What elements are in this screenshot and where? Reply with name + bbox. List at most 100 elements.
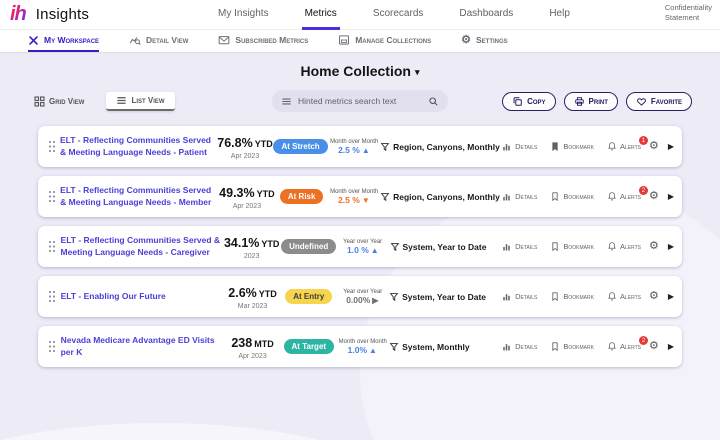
chart-magnifier-icon bbox=[129, 37, 141, 45]
bookmark-button[interactable]: Bookmark bbox=[550, 241, 594, 252]
search-input[interactable] bbox=[298, 96, 422, 106]
bell-icon bbox=[608, 292, 616, 301]
nav-help[interactable]: Help bbox=[546, 0, 573, 30]
copy-button[interactable]: Copy bbox=[502, 91, 556, 111]
tools-icon bbox=[29, 35, 38, 45]
trend-icon: ▶ bbox=[372, 296, 379, 305]
favorite-button[interactable]: Favorite bbox=[625, 91, 692, 111]
status-badge: At Entry bbox=[285, 289, 333, 304]
bell-icon bbox=[608, 192, 616, 201]
tab-detail-view[interactable]: Detail View bbox=[129, 30, 188, 52]
change-value: 0.00% bbox=[346, 295, 371, 305]
nav-scorecards[interactable]: Scorecards bbox=[370, 0, 427, 30]
filter-icon bbox=[390, 242, 399, 251]
details-button[interactable]: Details bbox=[502, 292, 537, 302]
metric-title-link[interactable]: ELT - Reflecting Communities Served & Me… bbox=[60, 135, 217, 157]
filter-summary: Region, Canyons, Monthly bbox=[380, 142, 500, 152]
metric-date: 2023 bbox=[243, 252, 260, 260]
trend-icon: ▲ bbox=[369, 346, 377, 355]
print-button[interactable]: Print bbox=[563, 91, 618, 111]
alerts-button[interactable]: Alerts 2 bbox=[607, 186, 648, 202]
metric-title-link[interactable]: ELT - Reflecting Communities Served & Me… bbox=[61, 235, 223, 257]
details-button[interactable]: Details bbox=[502, 192, 537, 202]
metric-row: ELT - Reflecting Communities Served & Me… bbox=[38, 126, 682, 167]
row-expand-arrow-icon[interactable]: ▶ bbox=[668, 192, 674, 201]
row-settings-gear-icon[interactable]: ⚙ bbox=[649, 191, 659, 202]
envelope-icon bbox=[219, 36, 230, 45]
bookmark-button[interactable]: Bookmark bbox=[550, 291, 594, 302]
metric-value: 76.8% bbox=[217, 135, 253, 150]
metric-date: Apr 2023 bbox=[230, 152, 260, 160]
nav-dashboards[interactable]: Dashboards bbox=[456, 0, 516, 30]
collection-title-dropdown[interactable]: Home Collection ▾ bbox=[0, 53, 720, 79]
filter-icon bbox=[389, 292, 399, 301]
metric-value: 2.6% bbox=[228, 285, 257, 300]
grid-view-button[interactable]: Grid View bbox=[28, 93, 90, 110]
page-body: Home Collection ▾ Grid View List View Hi… bbox=[0, 53, 720, 440]
tab-subscribed-metrics[interactable]: Subscribed Metrics bbox=[218, 30, 308, 52]
row-settings-gear-icon[interactable]: ⚙ bbox=[649, 291, 659, 302]
metric-title-link[interactable]: Nevada Medicare Advantage ED Visits per … bbox=[61, 335, 223, 357]
app-header: ih Insights My Insights Metrics Scorecar… bbox=[0, 0, 720, 30]
change-value: 1.0% bbox=[347, 345, 368, 355]
row-settings-gear-icon[interactable]: ⚙ bbox=[649, 241, 659, 252]
main-nav: My Insights Metrics Scorecards Dashboard… bbox=[215, 0, 573, 30]
metrics-list: ELT - Reflecting Communities Served & Me… bbox=[38, 126, 682, 367]
list-view-button[interactable]: List View bbox=[106, 91, 175, 111]
metric-period: MTD bbox=[254, 338, 274, 349]
collection-actions: Copy Print Favorite bbox=[502, 91, 692, 111]
workspace-toolbar: My Workspace Detail View Subscribed Metr… bbox=[0, 30, 720, 53]
search-icon[interactable] bbox=[428, 96, 439, 107]
bar-chart-icon bbox=[503, 243, 510, 250]
metric-row: Nevada Medicare Advantage ED Visits per … bbox=[38, 326, 682, 367]
print-icon bbox=[574, 96, 584, 106]
metric-title-link[interactable]: ELT - Enabling Our Future bbox=[61, 291, 223, 302]
row-settings-gear-icon[interactable]: ⚙ bbox=[649, 141, 659, 152]
alerts-button[interactable]: Alerts 1 bbox=[607, 136, 648, 152]
row-expand-arrow-icon[interactable]: ▶ bbox=[668, 342, 674, 351]
tab-settings[interactable]: ⚙ Settings bbox=[461, 30, 508, 52]
tab-manage-collections[interactable]: Manage Collections bbox=[338, 30, 431, 52]
filter-summary: System, Monthly bbox=[389, 342, 496, 352]
details-button[interactable]: Details bbox=[502, 342, 537, 352]
alerts-button[interactable]: Alerts 2 bbox=[607, 336, 648, 352]
tab-my-workspace[interactable]: My Workspace bbox=[28, 30, 100, 52]
drag-handle-icon[interactable] bbox=[44, 290, 61, 303]
metric-title-link[interactable]: ELT - Reflecting Communities Served & Me… bbox=[60, 185, 218, 207]
filter-icon bbox=[380, 192, 390, 201]
view-toggle: Grid View List View bbox=[28, 91, 175, 111]
row-expand-arrow-icon[interactable]: ▶ bbox=[668, 292, 674, 301]
details-button[interactable]: Details bbox=[502, 242, 537, 252]
alerts-button[interactable]: Alerts bbox=[607, 241, 641, 252]
bookmark-button[interactable]: Bookmark bbox=[550, 141, 594, 152]
row-expand-arrow-icon[interactable]: ▶ bbox=[668, 242, 674, 251]
drag-handle-icon[interactable] bbox=[44, 340, 61, 353]
status-badge: At Risk bbox=[279, 189, 324, 204]
nav-metrics[interactable]: Metrics bbox=[301, 0, 340, 30]
filter-summary: System, Year to Date bbox=[389, 292, 496, 302]
drag-handle-icon[interactable] bbox=[44, 140, 60, 153]
bookmark-icon bbox=[552, 292, 559, 302]
trend-icon: ▲ bbox=[370, 246, 379, 255]
metric-row: ELT - Enabling Our Future 2.6% YTD Mar 20… bbox=[38, 276, 682, 317]
bookmark-button[interactable]: Bookmark bbox=[550, 341, 594, 352]
bookmark-button[interactable]: Bookmark bbox=[550, 191, 594, 202]
filter-summary: System, Year to Date bbox=[390, 242, 497, 252]
bell-icon bbox=[608, 142, 616, 151]
alerts-button[interactable]: Alerts bbox=[607, 291, 641, 302]
row-settings-gear-icon[interactable]: ⚙ bbox=[649, 341, 659, 352]
metric-value-block: 76.8% YTD Apr 2023 bbox=[217, 134, 274, 160]
drag-handle-icon[interactable] bbox=[44, 190, 60, 203]
gear-icon: ⚙ bbox=[461, 33, 472, 46]
details-button[interactable]: Details bbox=[502, 142, 537, 152]
drag-handle-icon[interactable] bbox=[44, 240, 61, 253]
status-badge: Undefined bbox=[281, 239, 337, 254]
status-badge: At Stretch bbox=[273, 139, 328, 154]
nav-my-insights[interactable]: My Insights bbox=[215, 0, 272, 30]
menu-icon bbox=[282, 98, 291, 104]
metric-value-block: 2.6% YTD Mar 2023 bbox=[223, 284, 282, 310]
metrics-search[interactable] bbox=[272, 90, 448, 112]
row-expand-arrow-icon[interactable]: ▶ bbox=[668, 142, 674, 151]
trend-icon: ▼ bbox=[361, 196, 370, 205]
metric-date: Apr 2023 bbox=[238, 352, 267, 360]
